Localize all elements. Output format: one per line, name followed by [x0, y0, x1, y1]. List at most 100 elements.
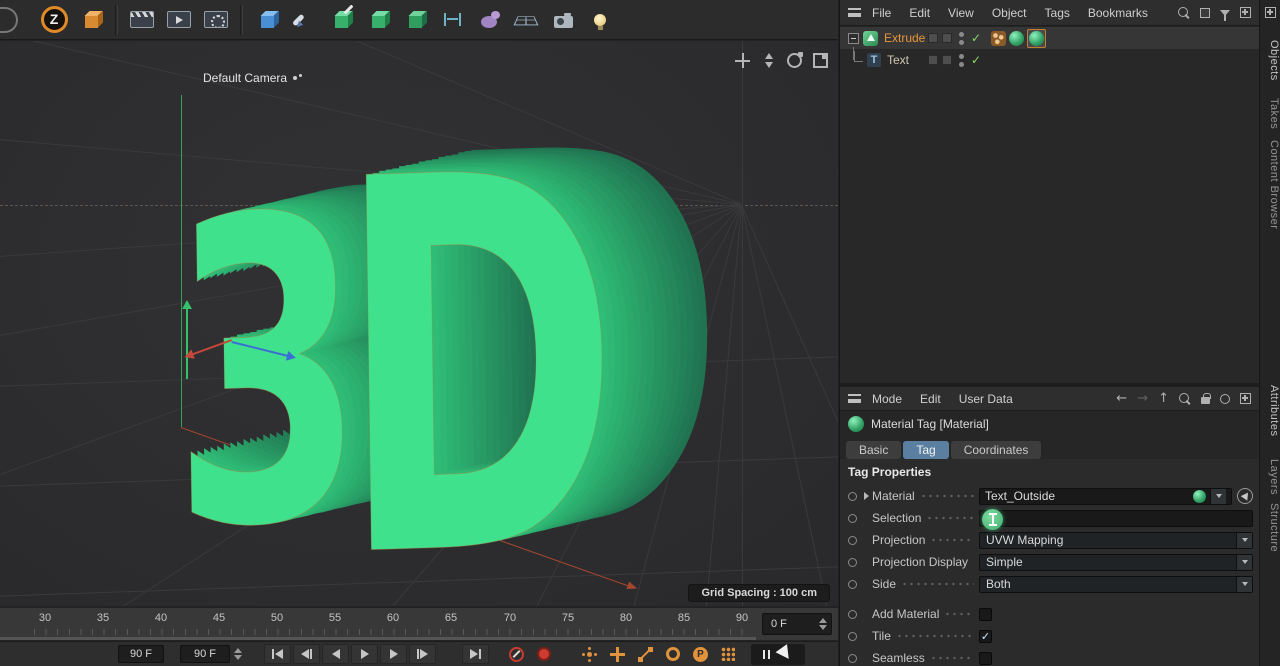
prev-frame-button[interactable] — [322, 644, 349, 664]
record-circle[interactable] — [848, 513, 857, 523]
panel-icon[interactable] — [1240, 7, 1251, 18]
material-tag-icon[interactable] — [1009, 30, 1025, 46]
view-filter-icon[interactable] — [1200, 7, 1210, 18]
record-scale-icon[interactable] — [638, 647, 653, 662]
material-field[interactable]: Text_Outside — [979, 487, 1232, 505]
record-circle[interactable] — [848, 653, 857, 663]
funnel-icon[interactable] — [1220, 9, 1230, 21]
menu-user-data[interactable]: User Data — [950, 392, 1022, 406]
workplane-icon[interactable] — [509, 3, 543, 37]
current-frame-field[interactable]: 90 F — [118, 645, 164, 663]
record-parameter-icon[interactable] — [693, 646, 708, 662]
logo-z-icon[interactable]: Z — [37, 3, 71, 37]
menu-object[interactable]: Object — [983, 6, 1036, 20]
timeline[interactable]: 30 35 40 45 50 55 60 65 70 75 80 85 90 0… — [0, 607, 838, 640]
autokeying-icon[interactable] — [537, 647, 551, 661]
menu-edit[interactable]: Edit — [900, 6, 939, 20]
record-circle[interactable] — [848, 579, 857, 589]
layer-toggle[interactable] — [928, 33, 938, 43]
prev-key-button[interactable] — [293, 644, 320, 664]
next-key-button[interactable] — [409, 644, 436, 664]
side-dropdown[interactable]: Both — [979, 575, 1253, 593]
expand-icon[interactable] — [848, 32, 859, 44]
projection-display-dropdown[interactable]: Simple — [979, 553, 1253, 571]
timeline-ruler[interactable]: 30 35 40 45 50 55 60 65 70 75 80 85 90 — [0, 608, 756, 640]
menu-tags[interactable]: Tags — [1036, 6, 1079, 20]
measure-tool-icon[interactable] — [435, 3, 469, 37]
render-settings-icon[interactable] — [199, 3, 233, 37]
record-position-icon[interactable] — [610, 646, 625, 662]
preview-range-bar[interactable] — [0, 637, 756, 640]
goto-start-button[interactable] — [264, 644, 291, 664]
add-material-checkbox[interactable] — [979, 607, 992, 621]
next-frame-button[interactable] — [380, 644, 407, 664]
end-frame-stepper[interactable] — [234, 648, 242, 660]
up-icon[interactable]: ↑ — [1158, 392, 1169, 405]
panel-icon[interactable] — [1240, 393, 1251, 404]
edge-tab-structure[interactable]: Structure — [1260, 503, 1280, 552]
seamless-checkbox[interactable] — [979, 651, 992, 665]
edge-tab-objects[interactable]: Objects — [1260, 40, 1280, 81]
menu-file[interactable]: File — [863, 6, 900, 20]
record-circle[interactable] — [848, 535, 857, 545]
axis-gizmo-y-arrow[interactable] — [182, 300, 192, 379]
record-active-objects-icon[interactable] — [582, 647, 597, 662]
text-object-icon[interactable] — [867, 53, 881, 67]
extrude-object-icon[interactable] — [863, 30, 878, 46]
menu-icon[interactable] — [848, 394, 861, 403]
menu-bookmarks[interactable]: Bookmarks — [1079, 6, 1157, 20]
phong-tag-icon[interactable] — [991, 30, 1007, 46]
viewport[interactable]: 3 D Default Camera Grid Spacing : 100 cm — [0, 41, 838, 606]
pin-icon[interactable] — [1220, 393, 1230, 404]
visibility-dots[interactable] — [959, 31, 964, 45]
edge-tab-attributes[interactable]: Attributes — [1260, 385, 1280, 436]
record-pla-icon[interactable] — [721, 647, 735, 661]
play-button[interactable] — [351, 644, 378, 664]
generator-icon[interactable] — [398, 3, 432, 37]
record-circle[interactable] — [848, 491, 857, 501]
tab-basic[interactable]: Basic — [846, 441, 902, 459]
frame-offset-stepper[interactable] — [819, 618, 827, 630]
edge-tab-layers[interactable]: Layers — [1260, 459, 1280, 495]
visibility-dots[interactable] — [959, 53, 964, 67]
layer-toggle[interactable] — [928, 55, 938, 65]
pan-icon[interactable] — [735, 53, 750, 68]
tile-checkbox[interactable]: ✓ — [979, 629, 992, 643]
material-picker-icon[interactable] — [1237, 488, 1253, 504]
goto-end-button[interactable] — [462, 644, 489, 664]
undo-partial-icon[interactable] — [0, 3, 34, 37]
search-icon[interactable] — [1178, 6, 1190, 19]
dolly-icon[interactable] — [761, 53, 776, 68]
tab-tag[interactable]: Tag — [903, 441, 949, 459]
layer-toggle[interactable] — [942, 33, 952, 43]
dropdown-arrow-icon[interactable] — [1210, 488, 1226, 504]
pen-tool-icon[interactable] — [324, 3, 358, 37]
menu-edit[interactable]: Edit — [911, 392, 950, 406]
light-icon[interactable] — [583, 3, 617, 37]
object-row-extrude[interactable]: Extrude — [840, 27, 1259, 60]
record-circle[interactable] — [848, 631, 857, 641]
edge-tab-takes[interactable]: Takes — [1260, 98, 1280, 129]
metaball-icon[interactable] — [472, 3, 506, 37]
layer-toggle[interactable] — [942, 55, 952, 65]
sculpt-brush-icon[interactable] — [287, 3, 321, 37]
frame-offset-field[interactable]: 0 F — [762, 613, 832, 635]
camera-icon[interactable] — [546, 3, 580, 37]
object-name[interactable]: Text — [887, 53, 909, 67]
object-row-text[interactable]: Text — [840, 49, 1259, 71]
forward-icon[interactable]: → — [1137, 392, 1148, 405]
expander-icon[interactable] — [860, 492, 872, 500]
record-circle[interactable] — [848, 609, 857, 619]
end-frame-field[interactable]: 90 F — [180, 645, 230, 663]
selection-field[interactable] — [979, 509, 1253, 527]
record-keys-icon[interactable] — [509, 646, 524, 662]
object-name[interactable]: Extrude — [884, 31, 925, 45]
move-tool-icon[interactable] — [74, 3, 108, 37]
edge-tab-content-browser[interactable]: Content Browser — [1260, 140, 1280, 229]
add-cube-icon[interactable] — [250, 3, 284, 37]
menu-mode[interactable]: Mode — [863, 392, 911, 406]
lock-icon[interactable] — [1201, 393, 1211, 404]
subdivision-surface-icon[interactable] — [361, 3, 395, 37]
menu-view[interactable]: View — [939, 6, 983, 20]
projection-dropdown[interactable]: UVW Mapping — [979, 531, 1253, 549]
